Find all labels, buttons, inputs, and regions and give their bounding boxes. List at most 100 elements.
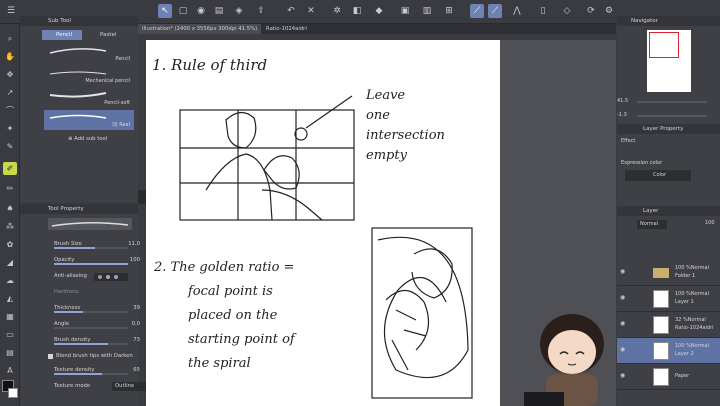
anti-aliasing-row[interactable]: Anti-aliasing (54, 272, 150, 281)
pencil-icon[interactable]: ✏ (3, 182, 17, 195)
layer-row-folder[interactable]: ◉ 100 %Normal Folder 1 (617, 260, 720, 286)
slider[interactable] (54, 311, 128, 313)
bucket-icon[interactable]: ◆ (372, 4, 386, 18)
angle-row[interactable]: Angle 0.0 (54, 320, 150, 329)
fill-icon[interactable]: ◧ (350, 4, 364, 18)
fill-tool-icon[interactable]: ◭ (3, 292, 17, 305)
note-line: the spiral (188, 356, 251, 371)
text-icon[interactable]: A (3, 364, 17, 377)
layer-blend: 32 %Normal (675, 317, 706, 323)
open-icon[interactable]: ◉ (194, 4, 208, 18)
thickness-row[interactable]: Thickness 39 (54, 304, 150, 313)
slider[interactable] (54, 327, 128, 329)
blend-darken-row[interactable]: Blend brush tips with Darken (48, 352, 150, 361)
texture-mode-select[interactable]: Outline (112, 382, 146, 391)
eye-icon[interactable]: ◉ (620, 372, 625, 379)
brush-pencil-soft[interactable]: Pencil-soft (44, 88, 134, 108)
grid-icon[interactable]: ⊞ (442, 4, 456, 18)
settings-icon[interactable]: ✲ (330, 4, 344, 18)
opacity-row[interactable]: Opacity 100 (54, 256, 150, 265)
tab-pastel[interactable]: Pastel (86, 30, 126, 40)
brush-icon[interactable]: ♠ (3, 202, 17, 215)
select-tool-icon[interactable]: ↖ (158, 4, 172, 18)
tab-reference[interactable]: Ratio-1024aidri (262, 24, 311, 34)
rotate-icon[interactable]: ⟳ (584, 4, 598, 18)
operation-icon[interactable]: ↗ (3, 86, 17, 99)
options-icon[interactable]: ⚙ (602, 4, 616, 18)
brush-pencil[interactable]: Pencil (44, 44, 134, 64)
tab-illustration[interactable]: Illustration* (2400 x 3556px 300dpi 41.5… (138, 24, 262, 34)
clear-icon[interactable]: ✕ (304, 4, 318, 18)
export-icon[interactable]: ⇪ (254, 4, 268, 18)
zoom-slider[interactable] (637, 101, 707, 103)
brush-density-row[interactable]: Brush density 73 (54, 336, 150, 345)
brush-size-row[interactable]: Brush Size 11.0 (54, 240, 150, 249)
airbrush-icon[interactable]: ⁂ (3, 220, 17, 233)
slider[interactable] (54, 247, 128, 249)
symmetry-icon[interactable]: ⋀ (510, 4, 524, 18)
eye-icon[interactable]: ◉ (620, 268, 625, 275)
blend-icon[interactable]: ☁ (3, 274, 17, 287)
figure-icon[interactable]: ▭ (3, 328, 17, 341)
brush-dj-real[interactable]: DJ Real (44, 110, 134, 130)
menu-icon[interactable]: ☰ (4, 4, 18, 18)
collapse-handle[interactable] (138, 190, 146, 204)
layer-row[interactable]: ◉ 100 %Normal Layer 1 (617, 286, 720, 312)
new-file-icon[interactable]: ▢ (176, 4, 190, 18)
ruler-icon[interactable]: ⟋ (470, 4, 484, 18)
lasso-icon[interactable]: ⌒ (3, 104, 17, 117)
eye-icon[interactable]: ◉ (620, 320, 625, 327)
brush-mechanical-pencil[interactable]: Mechanical pencil (44, 66, 134, 86)
note-golden-ratio: 2. The golden ratio = focal point is pla… (154, 256, 295, 376)
pen-icon[interactable]: ✐ (3, 162, 17, 175)
layer-row-selected[interactable]: ◉ 100 %Normal Layer 2 (617, 338, 720, 364)
decoration-icon[interactable]: ✿ (3, 238, 17, 251)
eyedropper-icon[interactable]: ✎ (3, 140, 17, 153)
lock-icon[interactable]: ◈ (232, 4, 246, 18)
undo-icon[interactable]: ↶ (284, 4, 298, 18)
expression-color-select[interactable]: Color (625, 170, 691, 181)
wand-icon[interactable]: ✦ (3, 122, 17, 135)
tab-pencil[interactable]: Pencil (42, 30, 82, 40)
brush-preview (48, 218, 132, 230)
zoom-icon[interactable]: ⌕ (3, 32, 17, 45)
angle-value[interactable]: -1.3 (617, 112, 627, 118)
crop-icon[interactable]: ▣ (398, 4, 412, 18)
layer-thumbnail (653, 368, 669, 386)
sub-color-swatch[interactable] (8, 388, 18, 398)
layer-row-paper[interactable]: ◉ Paper (617, 364, 720, 390)
move-icon[interactable]: ✥ (3, 68, 17, 81)
add-subtool-button[interactable]: ⊕ Add sub tool (68, 136, 107, 142)
transform-icon[interactable]: ▥ (420, 4, 434, 18)
navigator-preview[interactable] (647, 30, 691, 92)
angle-slider[interactable] (637, 115, 707, 117)
checkbox[interactable] (48, 354, 53, 359)
aa-selector[interactable] (94, 273, 128, 281)
snap-icon[interactable]: ⟋ (488, 4, 502, 18)
zoom-value[interactable]: 41.5 (617, 98, 628, 104)
save-icon[interactable]: ▤ (212, 4, 226, 18)
slider[interactable] (54, 373, 128, 375)
opacity-value[interactable]: 100 (705, 220, 715, 226)
navigator-viewport[interactable] (649, 32, 679, 58)
slider[interactable] (54, 343, 128, 345)
layer-name: Layer 2 (675, 351, 694, 357)
brush-label: Pencil-soft (104, 100, 130, 106)
canvas-tab-bar: Illustration* (2400 x 3556px 300dpi 41.5… (138, 24, 616, 34)
reference-icon[interactable]: ◇ (560, 4, 574, 18)
frame-icon[interactable]: ▤ (3, 346, 17, 359)
slider[interactable] (54, 263, 128, 265)
eye-icon[interactable]: ◉ (620, 294, 625, 301)
texture-mode-row[interactable]: Texture mode Outline (54, 382, 150, 391)
eye-icon[interactable]: ◉ (620, 346, 625, 353)
gradient-icon[interactable]: ▦ (3, 310, 17, 323)
texture-density-row[interactable]: Texture density 65 (54, 366, 150, 375)
hardness-row[interactable]: Hardness (54, 288, 150, 297)
canvas[interactable]: 1. Rule of third Leave one intersection … (146, 40, 500, 406)
hand-icon[interactable]: ✋ (3, 50, 17, 63)
device-icon[interactable]: ▯ (536, 4, 550, 18)
layer-row[interactable]: ◉ 32 %Normal Ratio-1024aidri (617, 312, 720, 338)
eraser-icon[interactable]: ◢ (3, 256, 17, 269)
blend-mode-select[interactable]: Normal (637, 220, 667, 229)
note-rule-of-third: 1. Rule of third (152, 56, 268, 74)
